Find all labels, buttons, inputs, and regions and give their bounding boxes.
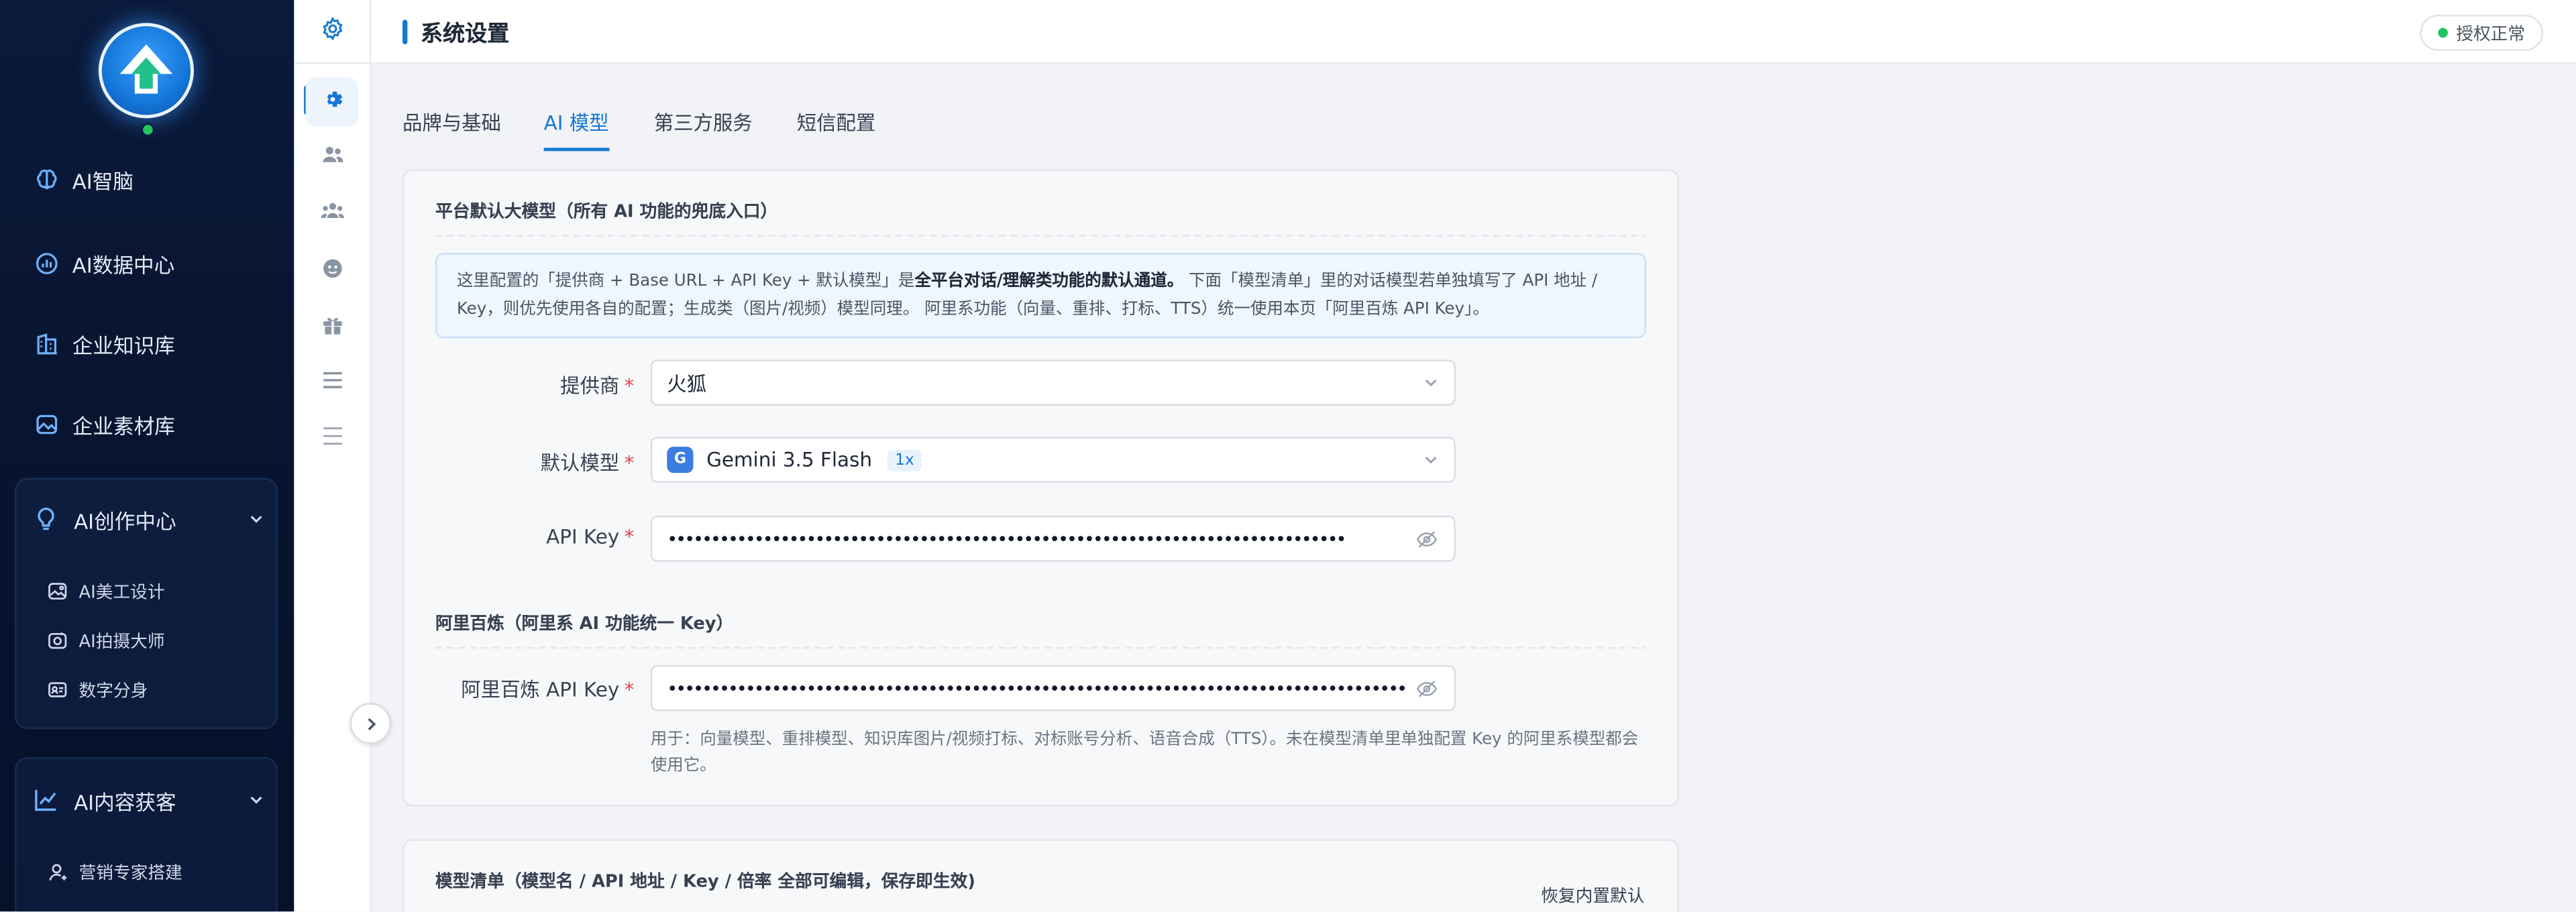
section-divider (435, 235, 1646, 237)
sidebar-item-ai-brain[interactable]: AI智脑 (33, 160, 133, 199)
settings-icon[interactable] (321, 15, 345, 47)
menu-icon (319, 367, 344, 398)
gemini-logo-icon: G (667, 447, 694, 473)
sidebar-group-label: AI创作中心 (74, 508, 176, 533)
api-key-label: API Key * (546, 525, 635, 549)
sidebar-group-label: AI内容获客 (74, 789, 176, 814)
rail-team-button[interactable] (306, 189, 358, 238)
model-list-section-title: 模型清单（模型名 / API 地址 / Key / 倍率 全部可编辑，保存即生效… (435, 872, 975, 892)
default-model-select[interactable]: G Gemini 3.5 Flash 1x (650, 437, 1456, 483)
tab-ai-model[interactable]: AI 模型 (543, 109, 609, 152)
sidebar-item-label: AI智脑 (72, 168, 133, 193)
aliyun-section-title: 阿里百炼（阿里系 AI 功能统一 Key） (435, 614, 734, 634)
sidebar-group-ai-acquisition-toggle[interactable]: AI内容获客 (32, 780, 265, 819)
team-icon (319, 198, 344, 229)
rail-users-button[interactable] (306, 133, 358, 182)
knowledge-base-icon (33, 330, 59, 356)
image-library-icon (33, 410, 59, 437)
sidebar-subitem-label: 营销专家搭建 (78, 862, 182, 883)
rail-gift-button[interactable] (306, 302, 358, 351)
sidebar-item-label: 企业素材库 (72, 412, 175, 438)
rail-menu-button[interactable] (306, 358, 358, 407)
gear-icon (319, 87, 344, 118)
status-dot (2438, 27, 2449, 38)
sidebar-subitem-label: 数字分身 (78, 681, 148, 701)
tab-brand-basics[interactable]: 品牌与基础 (402, 109, 501, 152)
rail-list-button[interactable] (306, 414, 358, 463)
chevron-down-icon (1423, 451, 1439, 467)
icon-rail (294, 0, 372, 912)
gift-icon (319, 311, 344, 343)
api-key-input[interactable]: ••••••••••••••••••••••••••••••••••••••••… (650, 515, 1456, 562)
sidebar-group-ai-creation-toggle[interactable]: AI创作中心 (32, 499, 265, 538)
license-status-badge: 授权正常 (2420, 15, 2544, 51)
info-text: 这里配置的「提供商 + Base URL + API Key + 默认模型」是 (456, 272, 915, 291)
aliyun-api-key-label: 阿里百炼 API Key * (461, 678, 635, 701)
main-sidebar: AI智脑 AI数据中心 企业知识库 企业素材库 AI创作中心 AI美工设计 AI… (0, 0, 294, 912)
title-accent-bar (402, 19, 408, 45)
tab-third-party[interactable]: 第三方服务 (654, 109, 753, 152)
sidebar-subitem-label: AI美工设计 (78, 582, 165, 602)
default-model-label: 默认模型 * (540, 451, 635, 475)
sidebar-subitem-marketing-expert[interactable]: 营销专家搭建 (46, 857, 182, 887)
rail-settings-button[interactable] (305, 77, 358, 127)
rail-bot-button[interactable] (306, 246, 358, 295)
sidebar-subitem-digital-avatar[interactable]: 数字分身 (46, 675, 148, 705)
bot-icon (319, 255, 344, 287)
avatar-card-icon (46, 679, 68, 701)
brain-icon (33, 166, 59, 192)
sidebar-collapse-button[interactable] (350, 703, 391, 744)
sidebar-item-label: AI数据中心 (72, 251, 175, 277)
section-divider (435, 646, 1646, 649)
logo-arrow-icon (119, 44, 173, 94)
provider-value: 火狐 (667, 372, 707, 395)
chevron-down-icon (248, 791, 264, 807)
platform-section-title: 平台默认大模型（所有 AI 功能的兜底入口） (435, 202, 778, 222)
chevron-down-icon (1423, 374, 1439, 390)
restore-defaults-button[interactable]: 恢复内置默认 (1541, 884, 1644, 909)
page-title: 系统设置 (420, 21, 510, 48)
bulb-icon (32, 504, 61, 534)
app-logo[interactable] (98, 23, 194, 137)
online-status-dot (141, 123, 155, 137)
sidebar-item-knowledge-base[interactable]: 企业知识库 (33, 323, 175, 363)
aliyun-api-key-input[interactable]: ••••••••••••••••••••••••••••••••••••••••… (650, 665, 1456, 711)
tab-sms-config[interactable]: 短信配置 (797, 109, 876, 152)
data-center-icon (33, 249, 59, 276)
provider-select[interactable]: 火狐 (650, 359, 1456, 406)
chevron-right-icon (362, 708, 378, 740)
eye-off-icon[interactable] (1416, 677, 1439, 699)
eye-off-icon[interactable] (1416, 527, 1439, 550)
sidebar-item-ai-data-center[interactable]: AI数据中心 (33, 243, 174, 282)
trend-icon (32, 785, 61, 815)
users-icon (319, 142, 344, 174)
model-ratio-badge: 1x (887, 449, 923, 471)
chevron-down-icon (248, 511, 264, 527)
sidebar-subitem-label: AI拍摄大师 (78, 631, 165, 652)
design-icon (46, 581, 68, 602)
platform-info-box: 这里配置的「提供商 + Base URL + API Key + 默认模型」是全… (435, 253, 1646, 339)
sidebar-subitem-ai-photo[interactable]: AI拍摄大师 (46, 626, 165, 655)
model-name: Gemini 3.5 Flash (706, 448, 872, 471)
provider-label: 提供商 * (560, 374, 635, 398)
sidebar-item-label: 企业知识库 (72, 332, 175, 357)
page-header: 系统设置 授权正常 (371, 0, 2576, 64)
rail-header (294, 0, 372, 64)
user-icon (46, 862, 68, 883)
sidebar-item-asset-library[interactable]: 企业素材库 (33, 404, 175, 443)
sidebar-subitem-ai-design[interactable]: AI美工设计 (46, 577, 165, 606)
list-icon (319, 423, 344, 455)
aliyun-api-key-masked-value: ••••••••••••••••••••••••••••••••••••••••… (667, 677, 1406, 699)
license-status-text: 授权正常 (2456, 23, 2526, 44)
camera-icon (46, 630, 68, 651)
api-key-masked-value: ••••••••••••••••••••••••••••••••••••••••… (667, 528, 1345, 550)
info-emphasis: 全平台对话/理解类功能的默认通道。 (914, 272, 1184, 291)
aliyun-key-help-text: 用于：向量模型、重排模型、知识库图片/视频打标、对标账号分析、语音合成（TTS）… (650, 730, 1639, 775)
